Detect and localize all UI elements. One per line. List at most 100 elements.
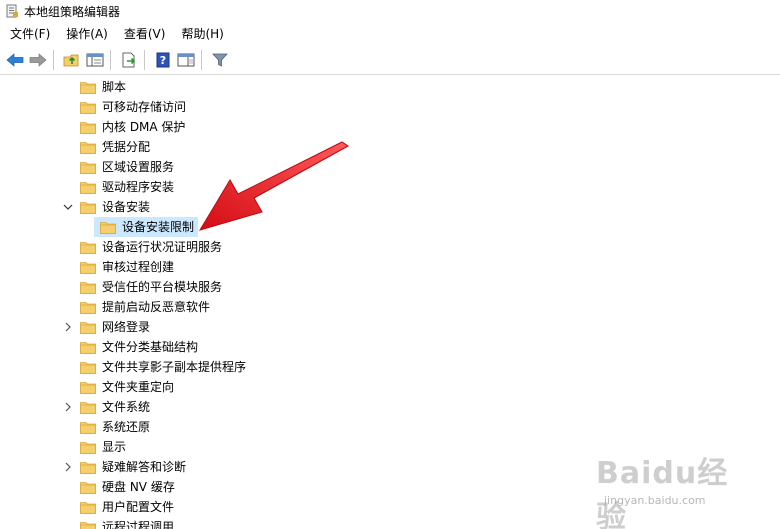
tree-item-label: 审核过程创建 — [102, 260, 175, 274]
tree-item[interactable]: 可移动存储访问 — [62, 97, 186, 117]
tree-item[interactable]: 脚本 — [62, 77, 126, 97]
tree-item[interactable]: 远程过程调用 — [62, 517, 174, 529]
chevron-down-icon[interactable] — [62, 197, 74, 217]
tree-item-content[interactable]: 文件分类基础结构 — [74, 337, 198, 357]
back-arrow-icon[interactable] — [5, 50, 25, 70]
tree-item-content[interactable]: 系统还原 — [74, 417, 150, 437]
tree-item-label: 系统还原 — [102, 420, 151, 434]
folder-icon — [80, 201, 96, 214]
chevron-right-icon[interactable] — [62, 457, 74, 477]
tree-item-label: 凭据分配 — [102, 140, 151, 154]
tree-item[interactable]: 显示 — [62, 437, 126, 457]
tree-item[interactable]: 文件共享影子副本提供程序 — [62, 357, 246, 377]
tree-item-label: 远程过程调用 — [102, 520, 175, 529]
folder-icon — [80, 381, 96, 394]
tree-item[interactable]: 系统还原 — [62, 417, 150, 437]
watermark-url: jingyan.baidu.com — [604, 494, 706, 507]
tree-item-content[interactable]: 远程过程调用 — [74, 517, 174, 529]
tree-item[interactable]: 设备运行状况证明服务 — [62, 237, 222, 257]
tree-item-label: 内核 DMA 保护 — [102, 120, 186, 134]
folder-icon — [80, 121, 96, 134]
tree-item-selected[interactable]: 设备安装限制 — [82, 217, 199, 237]
tree-item[interactable]: 区域设置服务 — [62, 157, 174, 177]
properties-pane-icon[interactable] — [176, 50, 196, 70]
tree-item-content[interactable]: 提前启动反恶意软件 — [74, 297, 210, 317]
tree-item[interactable]: 文件系统 — [62, 397, 150, 417]
tree-item[interactable]: 受信任的平台模块服务 — [62, 277, 222, 297]
tree-item-content[interactable]: 可移动存储访问 — [74, 97, 186, 117]
menu-help[interactable]: 帮助(H) — [173, 23, 231, 45]
export-list-icon[interactable] — [119, 50, 139, 70]
tree-item[interactable]: 文件分类基础结构 — [62, 337, 198, 357]
toolbar-separator — [53, 50, 54, 70]
tree-item-content[interactable]: 脚本 — [74, 77, 126, 97]
red-annotation-arrow-icon — [198, 141, 349, 231]
forward-arrow-icon[interactable] — [28, 50, 48, 70]
tree-item[interactable]: 驱动程序安装 — [62, 177, 174, 197]
tree-item[interactable]: 硬盘 NV 缓存 — [62, 477, 175, 497]
help-icon[interactable]: ? — [153, 50, 173, 70]
tree-item-content[interactable]: 受信任的平台模块服务 — [74, 277, 222, 297]
filter-icon[interactable] — [210, 50, 230, 70]
tree-item-label: 可移动存储访问 — [102, 100, 187, 114]
folder-icon — [80, 241, 96, 254]
tree-item-content[interactable]: 文件夹重定向 — [74, 377, 174, 397]
tree-item-label: 设备安装限制 — [122, 220, 195, 234]
tree-item[interactable]: 提前启动反恶意软件 — [62, 297, 210, 317]
tree-item-content[interactable]: 设备安装限制 — [94, 217, 199, 237]
tree-item-content[interactable]: 文件共享影子副本提供程序 — [74, 357, 246, 377]
folder-icon — [80, 261, 96, 274]
folder-icon — [80, 421, 96, 434]
tree-item[interactable]: 用户配置文件 — [62, 497, 174, 517]
folder-icon — [80, 141, 96, 154]
folder-icon — [100, 221, 116, 234]
tree-item-content[interactable]: 文件系统 — [74, 397, 150, 417]
tree-item-content[interactable]: 硬盘 NV 缓存 — [74, 477, 175, 497]
tree-item-label: 疑难解答和诊断 — [102, 460, 187, 474]
folder-icon — [80, 361, 96, 374]
tree-item[interactable]: 内核 DMA 保护 — [62, 117, 185, 137]
chevron-right-icon[interactable] — [62, 317, 74, 337]
up-folder-icon[interactable] — [62, 50, 82, 70]
folder-icon — [80, 161, 96, 174]
tree-item[interactable]: 凭据分配 — [62, 137, 150, 157]
tree-item-content[interactable]: 显示 — [74, 437, 126, 457]
tree-item-content[interactable]: 驱动程序安装 — [74, 177, 174, 197]
tree-item[interactable]: 文件夹重定向 — [62, 377, 174, 397]
tree-item-content[interactable]: 用户配置文件 — [74, 497, 174, 517]
gpedit-window: 本地组策略编辑器 文件(F) 操作(A) 查看(V) 帮助(H) ? 脚本 可移… — [0, 0, 780, 529]
toolbar-separator — [144, 50, 145, 70]
tree-item-content[interactable]: 内核 DMA 保护 — [74, 117, 185, 137]
tree-item[interactable]: 设备安装 — [62, 197, 150, 217]
menu-file[interactable]: 文件(F) — [0, 23, 58, 45]
show-hide-tree-icon[interactable] — [85, 50, 105, 70]
folder-icon — [80, 521, 96, 529]
toolbar: ? — [0, 46, 780, 75]
tree-item-content[interactable]: 网络登录 — [74, 317, 150, 337]
tree-item-content[interactable]: 设备安装 — [74, 197, 150, 217]
tree-item-content[interactable]: 凭据分配 — [74, 137, 150, 157]
tree-item-content[interactable]: 审核过程创建 — [74, 257, 174, 277]
tree-item-label: 文件共享影子副本提供程序 — [102, 360, 247, 374]
tree-item[interactable]: 网络登录 — [62, 317, 150, 337]
menu-action[interactable]: 操作(A) — [58, 23, 116, 45]
tree-item-label: 文件分类基础结构 — [102, 340, 199, 354]
tree-item-content[interactable]: 疑难解答和诊断 — [74, 457, 186, 477]
folder-icon — [80, 321, 96, 334]
tree-item[interactable]: 审核过程创建 — [62, 257, 174, 277]
chevron-right-icon[interactable] — [62, 397, 74, 417]
tree-item-label: 设备运行状况证明服务 — [102, 240, 223, 254]
folder-icon — [80, 461, 96, 474]
tree-item-content[interactable]: 设备运行状况证明服务 — [74, 237, 222, 257]
menu-view[interactable]: 查看(V) — [116, 23, 174, 45]
tree-item[interactable]: 疑难解答和诊断 — [62, 457, 186, 477]
tree-item-content[interactable]: 区域设置服务 — [74, 157, 174, 177]
